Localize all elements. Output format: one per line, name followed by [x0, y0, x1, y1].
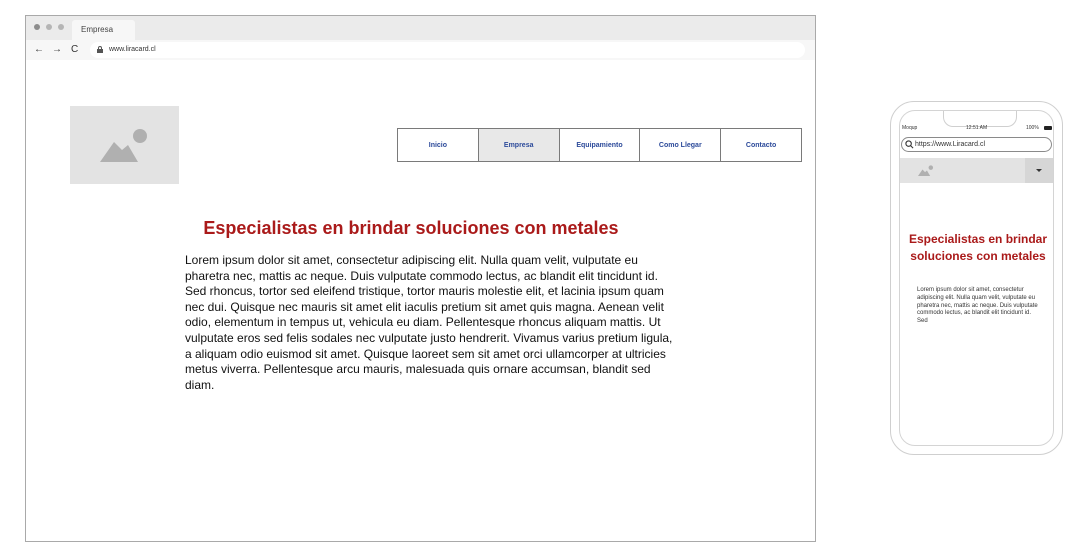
- forward-arrow-icon[interactable]: →: [52, 43, 62, 57]
- mobile-header: [900, 158, 1053, 183]
- nav-item-equipamiento[interactable]: Equipamiento: [560, 129, 641, 161]
- nav-item-empresa[interactable]: Empresa: [478, 129, 560, 161]
- nav-item-contacto[interactable]: Contacto: [721, 129, 801, 161]
- image-placeholder-icon: [918, 165, 934, 176]
- browser-toolbar: ← → C www.liracard.cl: [26, 40, 815, 60]
- window-maximize-dot[interactable]: [58, 24, 64, 30]
- mobile-address-bar[interactable]: https://www.Liracard.cl: [901, 137, 1052, 152]
- reload-icon[interactable]: C: [71, 43, 78, 57]
- status-battery-percent: 100%: [1026, 125, 1039, 131]
- chevron-down-icon: [1036, 169, 1042, 172]
- page-body-text: Lorem ipsum dolor sit amet, consectetur …: [185, 253, 673, 392]
- mobile-menu-dropdown[interactable]: [1025, 158, 1053, 183]
- window-minimize-dot[interactable]: [46, 24, 52, 30]
- mobile-body-text: Lorem ipsum dolor sit amet, consectetur …: [917, 287, 1038, 325]
- search-icon: [905, 140, 914, 149]
- logo-placeholder: [70, 106, 179, 184]
- browser-titlebar: Empresa: [26, 16, 815, 40]
- mobile-phone-frame: Moqup 12:51 AM 100% https://www.Liracard…: [890, 101, 1063, 455]
- browser-tab[interactable]: Empresa: [72, 20, 135, 40]
- window-close-dot[interactable]: [34, 24, 40, 30]
- main-navigation: Inicio Empresa Equipamiento Como Llegar …: [397, 128, 802, 162]
- address-bar[interactable]: www.liracard.cl: [90, 42, 805, 58]
- nav-item-como-llegar[interactable]: Como Llegar: [640, 129, 722, 161]
- page-heading: Especialistas en brindar soluciones con …: [203, 218, 619, 238]
- desktop-browser-window: Empresa ← → C www.liracard.cl Inicio Emp…: [25, 15, 816, 542]
- lock-icon: [97, 46, 103, 53]
- image-placeholder-icon: [100, 129, 147, 162]
- address-bar-url[interactable]: www.liracard.cl: [109, 42, 156, 58]
- mobile-page-heading: Especialistas en brindar soluciones con …: [908, 232, 1048, 263]
- mobile-screen: Moqup 12:51 AM 100% https://www.Liracard…: [899, 110, 1054, 446]
- mobile-url[interactable]: https://www.Liracard.cl: [915, 138, 985, 151]
- nav-item-inicio[interactable]: Inicio: [398, 129, 479, 161]
- battery-icon: [1044, 126, 1052, 130]
- status-carrier: Moqup: [902, 125, 918, 131]
- back-arrow-icon[interactable]: ←: [34, 43, 44, 57]
- status-time: 12:51 AM: [966, 125, 988, 131]
